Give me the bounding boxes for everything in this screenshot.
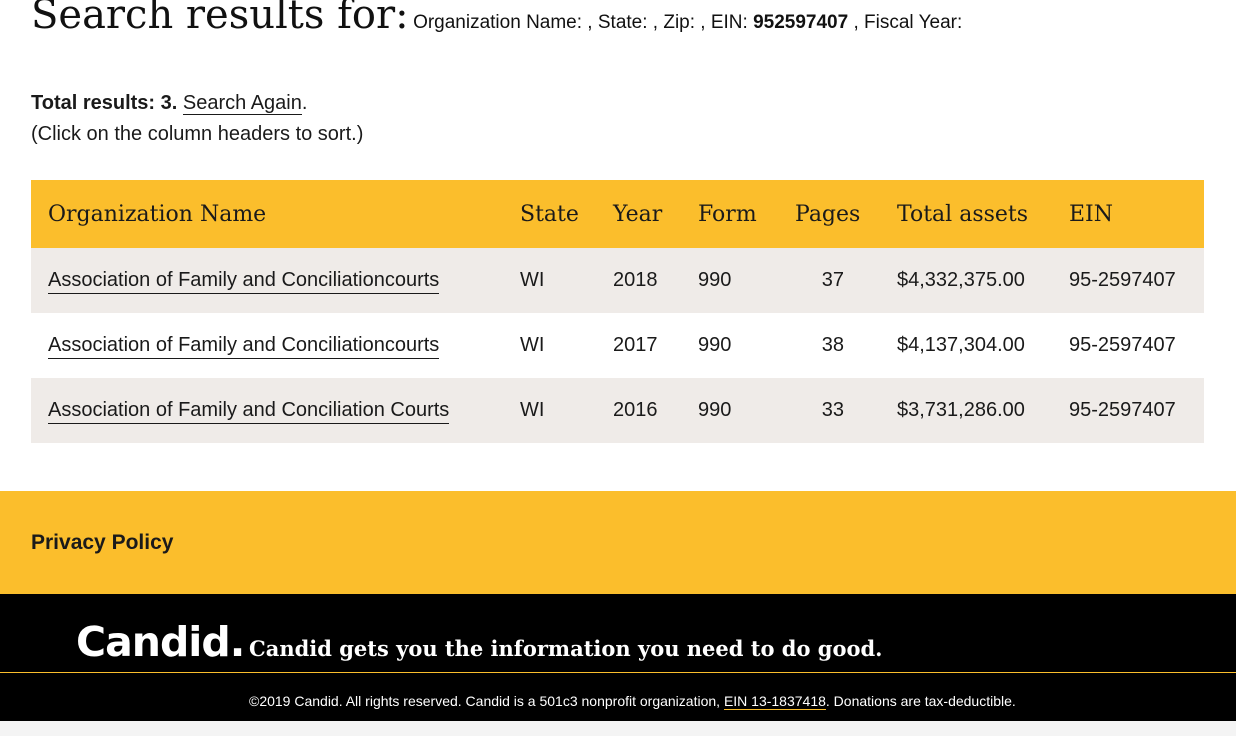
column-header-state[interactable]: State xyxy=(503,180,596,248)
cell-ein: 95-2597407 xyxy=(1069,334,1176,356)
footer-tagline: Candid gets you the information you need… xyxy=(249,636,883,661)
organization-link[interactable]: Association of Family and Conciliation C… xyxy=(48,399,450,424)
table-row: Association of Family and Conciliationco… xyxy=(31,248,1204,313)
results-table: Organization Name State Year Form Pages … xyxy=(31,180,1204,443)
search-criteria: Organization Name: , State: , Zip: , EIN… xyxy=(413,12,962,33)
cell-pages: 37 xyxy=(821,269,844,291)
candid-logo[interactable]: Candid. xyxy=(76,618,245,666)
cell-total-assets: $4,137,304.00 xyxy=(897,334,1025,356)
column-header-year[interactable]: Year xyxy=(596,180,681,248)
footer: Candid. Candid gets you the information … xyxy=(0,594,1236,721)
column-header-total-assets[interactable]: Total assets xyxy=(880,180,1052,248)
organization-link[interactable]: Association of Family and Conciliationco… xyxy=(48,334,440,359)
column-header-pages[interactable]: Pages xyxy=(778,180,880,248)
cell-ein: 95-2597407 xyxy=(1069,399,1176,421)
ein-link[interactable]: EIN 13-1837418 xyxy=(723,693,826,710)
sort-hint: (Click on the column headers to sort.) xyxy=(31,123,364,145)
privacy-bar: Privacy Policy xyxy=(0,491,1236,594)
cell-year: 2016 xyxy=(613,399,658,421)
page-heading: Search results for: Organization Name: ,… xyxy=(31,0,962,38)
table-row: Association of Family and Conciliationco… xyxy=(31,313,1204,378)
legal-text-suffix: . Donations are tax-deductible. xyxy=(825,693,1016,709)
cell-organization-name: Association of Family and Conciliation C… xyxy=(31,378,503,443)
organization-link[interactable]: Association of Family and Conciliationco… xyxy=(48,269,440,294)
cell-total-assets: $4,332,375.00 xyxy=(897,269,1025,291)
cell-form: 990 xyxy=(698,269,732,291)
legal-text: ©2019 Candid. All rights reserved. Candi… xyxy=(249,693,721,709)
search-again-link[interactable]: Search Again xyxy=(182,92,302,115)
footer-legal: ©2019 Candid. All rights reserved. Candi… xyxy=(249,693,1016,710)
cell-year: 2017 xyxy=(613,334,658,356)
privacy-policy-link[interactable]: Privacy Policy xyxy=(31,531,173,555)
cell-state: WI xyxy=(520,269,545,291)
column-header-ein[interactable]: EIN xyxy=(1052,180,1204,248)
column-header-organization-name[interactable]: Organization Name xyxy=(31,180,503,248)
table-row: Association of Family and Conciliation C… xyxy=(31,378,1204,443)
cell-ein: 95-2597407 xyxy=(1069,269,1176,291)
table-header-row: Organization Name State Year Form Pages … xyxy=(31,180,1204,248)
cell-organization-name: Association of Family and Conciliationco… xyxy=(31,248,503,313)
cell-pages: 33 xyxy=(821,399,844,421)
total-results: Total results: 3. xyxy=(31,92,178,114)
summary-period: . xyxy=(301,92,308,114)
cell-form: 990 xyxy=(698,399,732,421)
results-summary: Total results: 3. Search Again. (Click o… xyxy=(31,88,363,150)
criteria-prefix: Organization Name: , State: , Zip: , EIN… xyxy=(413,12,748,33)
footer-divider xyxy=(0,672,1236,673)
bottom-strip xyxy=(0,721,1236,736)
cell-pages: 38 xyxy=(821,334,844,356)
cell-total-assets: $3,731,286.00 xyxy=(897,399,1025,421)
cell-organization-name: Association of Family and Conciliationco… xyxy=(31,313,503,378)
cell-state: WI xyxy=(520,334,545,356)
cell-year: 2018 xyxy=(613,269,658,291)
column-header-form[interactable]: Form xyxy=(681,180,778,248)
cell-state: WI xyxy=(520,399,545,421)
page-title: Search results for: xyxy=(31,0,409,38)
criteria-suffix: , Fiscal Year: xyxy=(853,12,963,33)
cell-form: 990 xyxy=(698,334,732,356)
criteria-ein-value: 952597407 xyxy=(753,12,849,33)
